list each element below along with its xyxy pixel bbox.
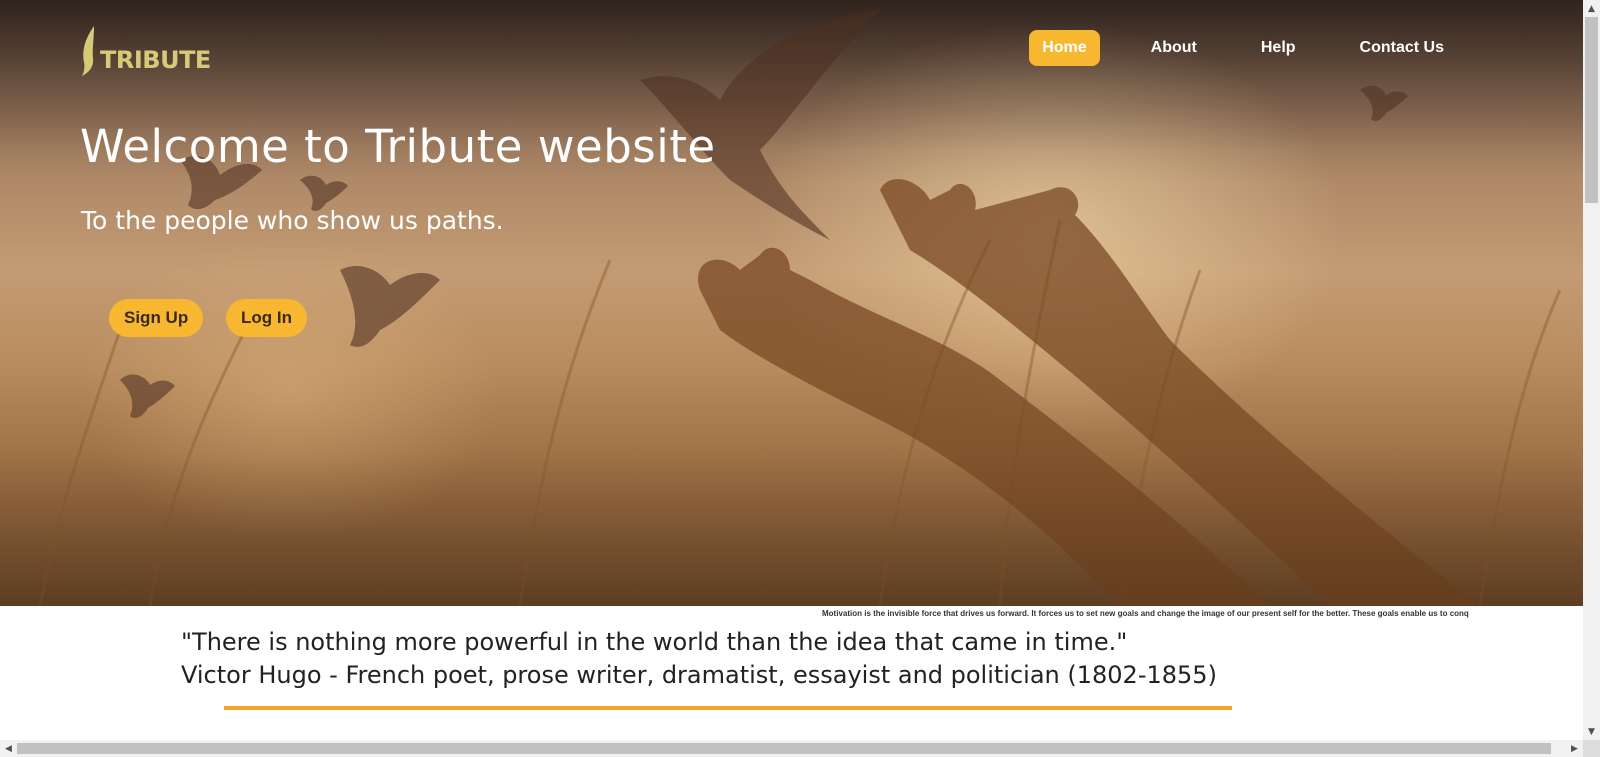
hero-subtitle: To the people who show us paths. — [81, 206, 504, 235]
nav-home[interactable]: Home — [1029, 30, 1100, 66]
nav-contact-us[interactable]: Contact Us — [1347, 30, 1457, 66]
scrollbar-corner — [1583, 740, 1600, 757]
horizontal-scrollbar[interactable]: ◀ ▶ — [0, 740, 1583, 757]
quote-text: "There is nothing more powerful in the w… — [181, 628, 1128, 656]
main-nav: Home About Help Contact Us — [991, 30, 1457, 66]
page-viewport: TRIBUTE Home About Help Contact Us Welco… — [0, 0, 1583, 740]
vertical-scroll-thumb[interactable] — [1585, 17, 1598, 203]
quote-divider — [224, 706, 1232, 710]
scroll-down-arrow-icon[interactable]: ▼ — [1583, 723, 1600, 740]
log-in-button[interactable]: Log In — [226, 299, 307, 337]
quote-author: Victor Hugo - French poet, prose writer,… — [181, 661, 1217, 689]
quote-block: "There is nothing more powerful in the w… — [181, 626, 1217, 692]
sign-up-button[interactable]: Sign Up — [109, 299, 204, 337]
scroll-up-arrow-icon[interactable]: ▲ — [1583, 0, 1600, 17]
nav-help[interactable]: Help — [1248, 30, 1309, 66]
motivation-marquee: Motivation is the invisible force that d… — [822, 609, 1469, 618]
logo-wordmark: TRIBUTE — [100, 46, 211, 74]
horizontal-scroll-thumb[interactable] — [17, 743, 1551, 754]
scroll-left-arrow-icon[interactable]: ◀ — [0, 740, 17, 757]
vertical-scrollbar[interactable]: ▲ ▼ — [1583, 0, 1600, 740]
nav-about[interactable]: About — [1138, 30, 1210, 66]
hero-title: Welcome to Tribute website — [80, 120, 716, 173]
site-logo[interactable]: TRIBUTE — [80, 24, 211, 76]
scroll-right-arrow-icon[interactable]: ▶ — [1566, 740, 1583, 757]
hero-banner: TRIBUTE Home About Help Contact Us Welco… — [0, 0, 1583, 606]
